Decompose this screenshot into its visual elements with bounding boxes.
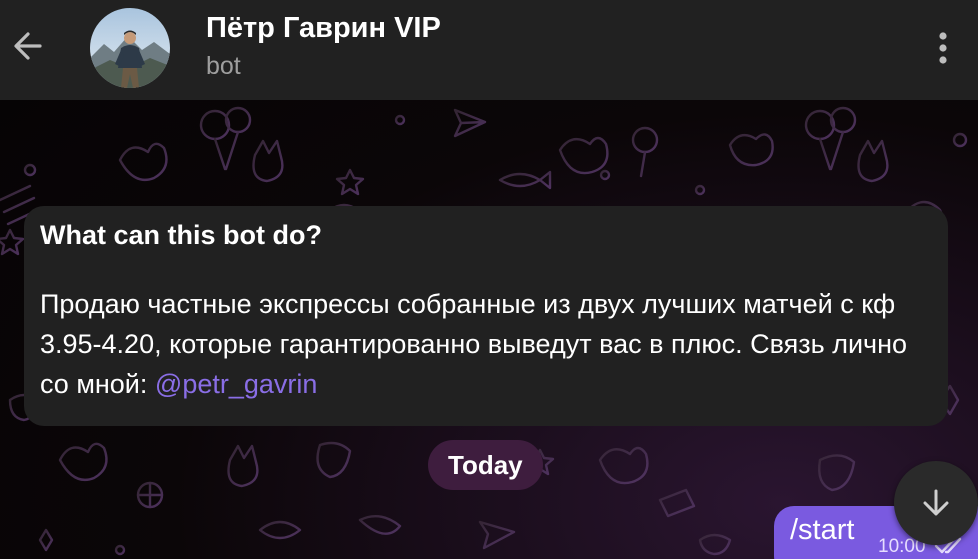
chat-screen: Пётр Гаврин VIP bot What can this bot do… (0, 0, 978, 559)
scroll-down-button[interactable] (894, 461, 978, 545)
back-button[interactable] (6, 20, 50, 72)
chat-title[interactable]: Пётр Гаврин VIP (206, 12, 441, 45)
more-vertical-icon (939, 32, 947, 64)
menu-button[interactable] (928, 22, 958, 74)
bot-info-description: Продаю частные экспрессы собранные из дв… (40, 284, 940, 404)
message-text: /start (790, 514, 855, 546)
date-separator: Today (428, 440, 543, 490)
chat-header: Пётр Гаврин VIP bot (0, 0, 978, 100)
bot-info-title: What can this bot do? (40, 220, 322, 250)
chat-subtitle: bot (206, 52, 241, 80)
avatar[interactable] (90, 8, 170, 88)
arrow-left-icon (14, 32, 42, 60)
arrow-down-icon (923, 489, 949, 516)
bot-info-card: What can this bot do? Продаю частные экс… (24, 206, 948, 426)
mention-link[interactable]: @petr_gavrin (155, 369, 318, 399)
avatar-photo (90, 8, 170, 88)
